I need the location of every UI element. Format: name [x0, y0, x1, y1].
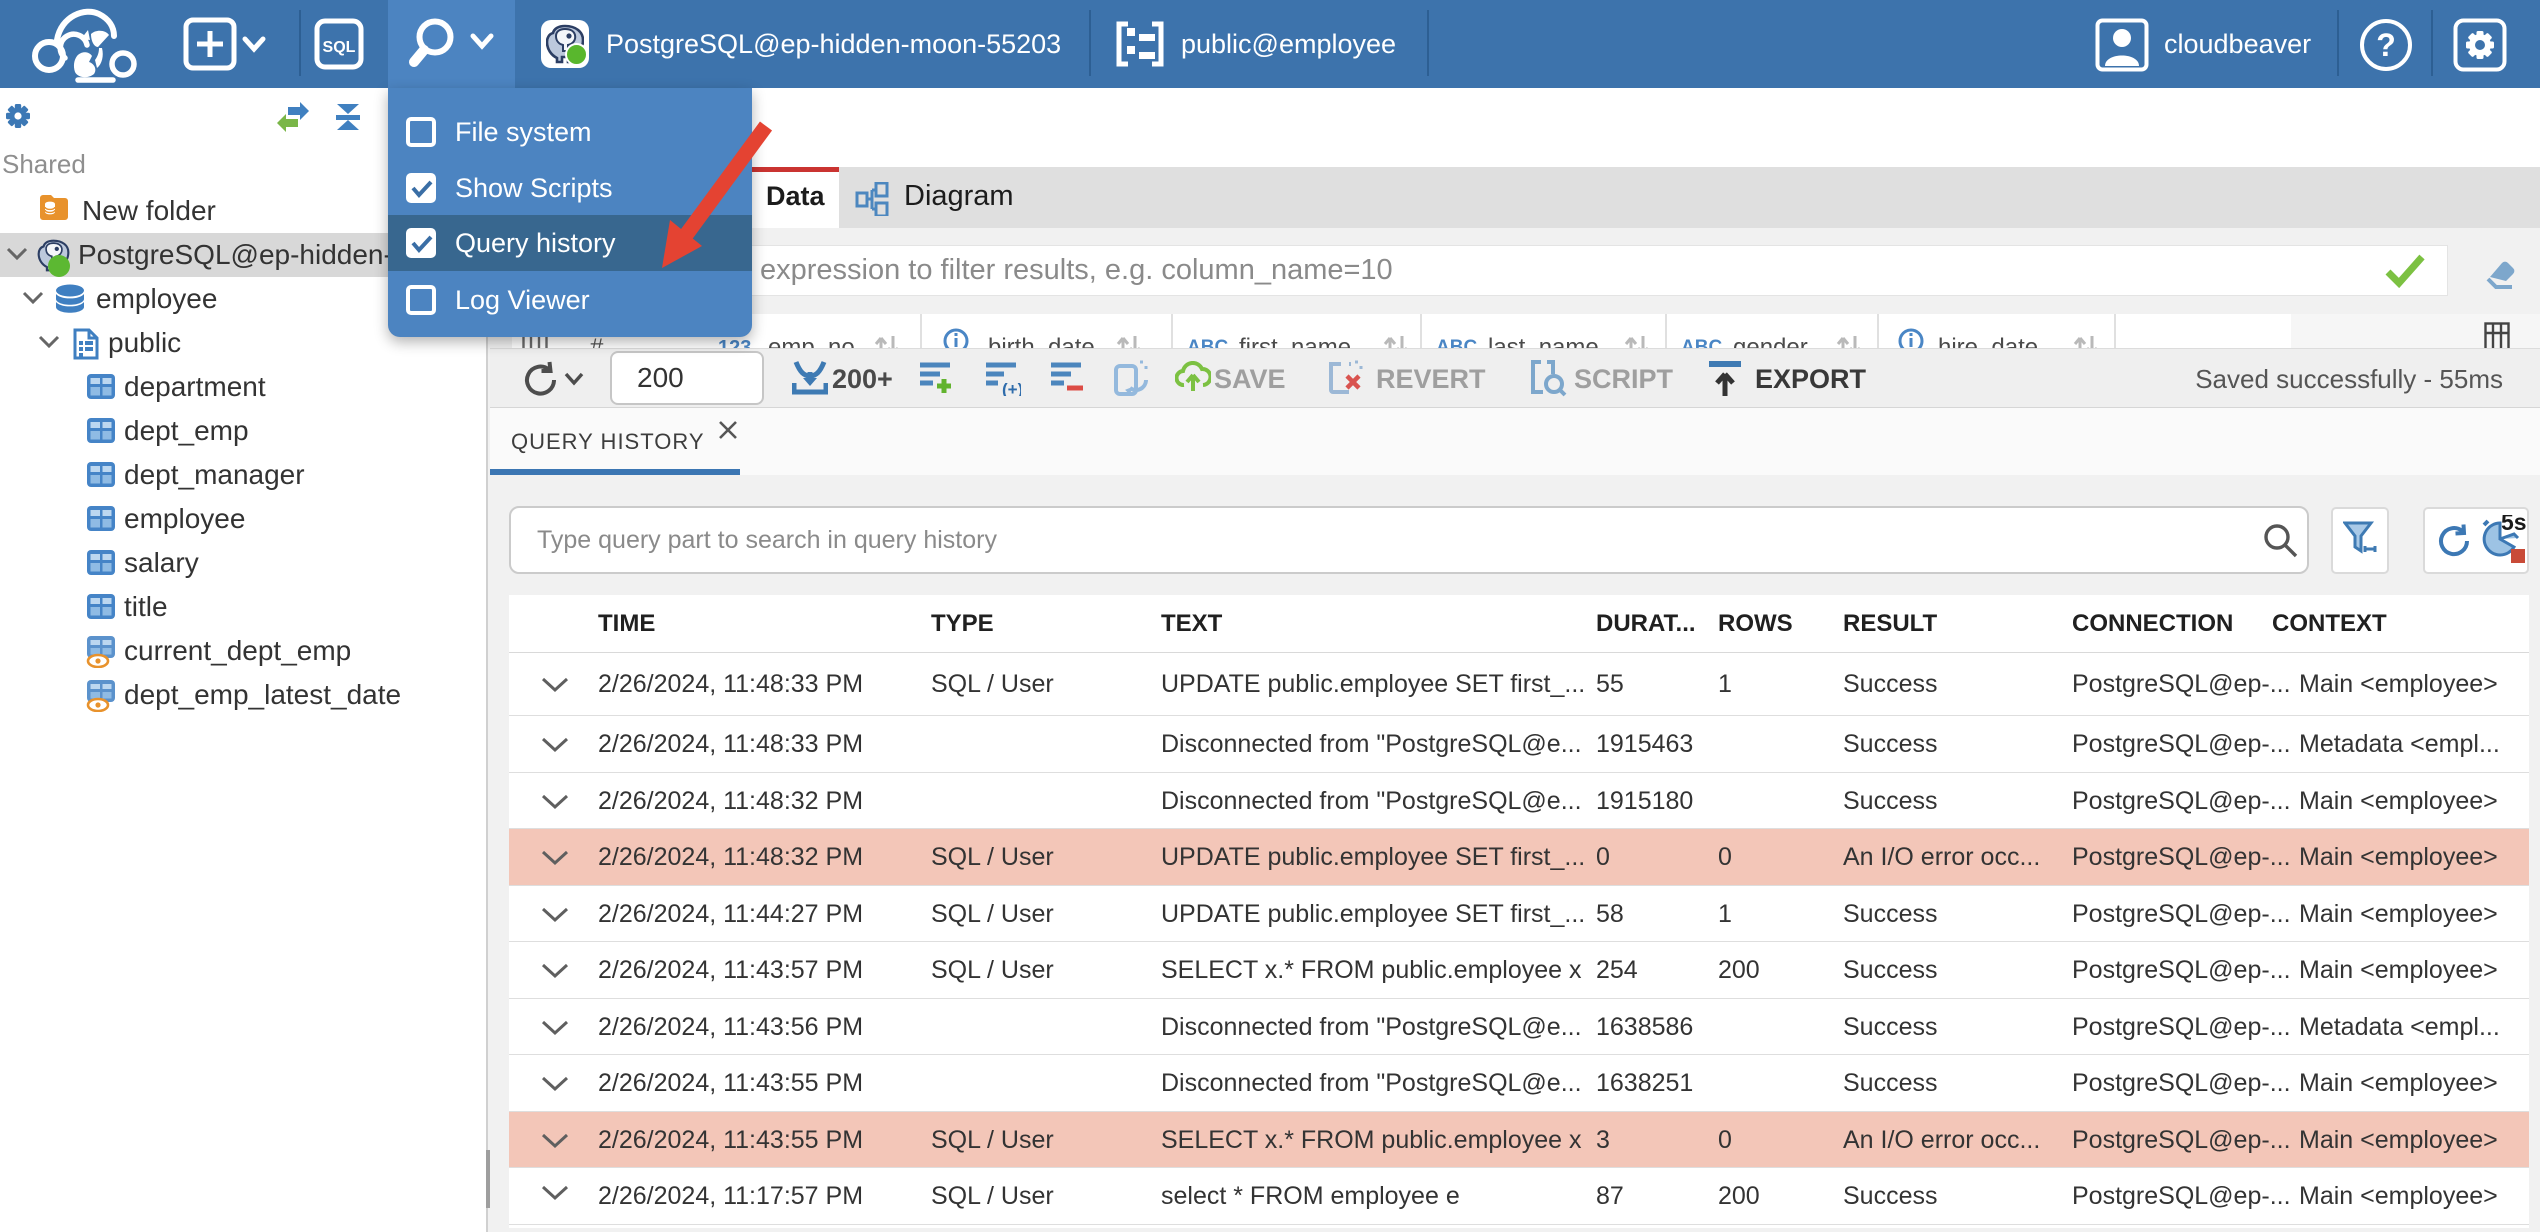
svg-text:5s: 5s	[2501, 515, 2527, 535]
svg-text:(+): (+)	[1002, 380, 1021, 396]
svg-text:?: ?	[2376, 27, 2396, 63]
svg-text:SQL: SQL	[323, 39, 356, 56]
